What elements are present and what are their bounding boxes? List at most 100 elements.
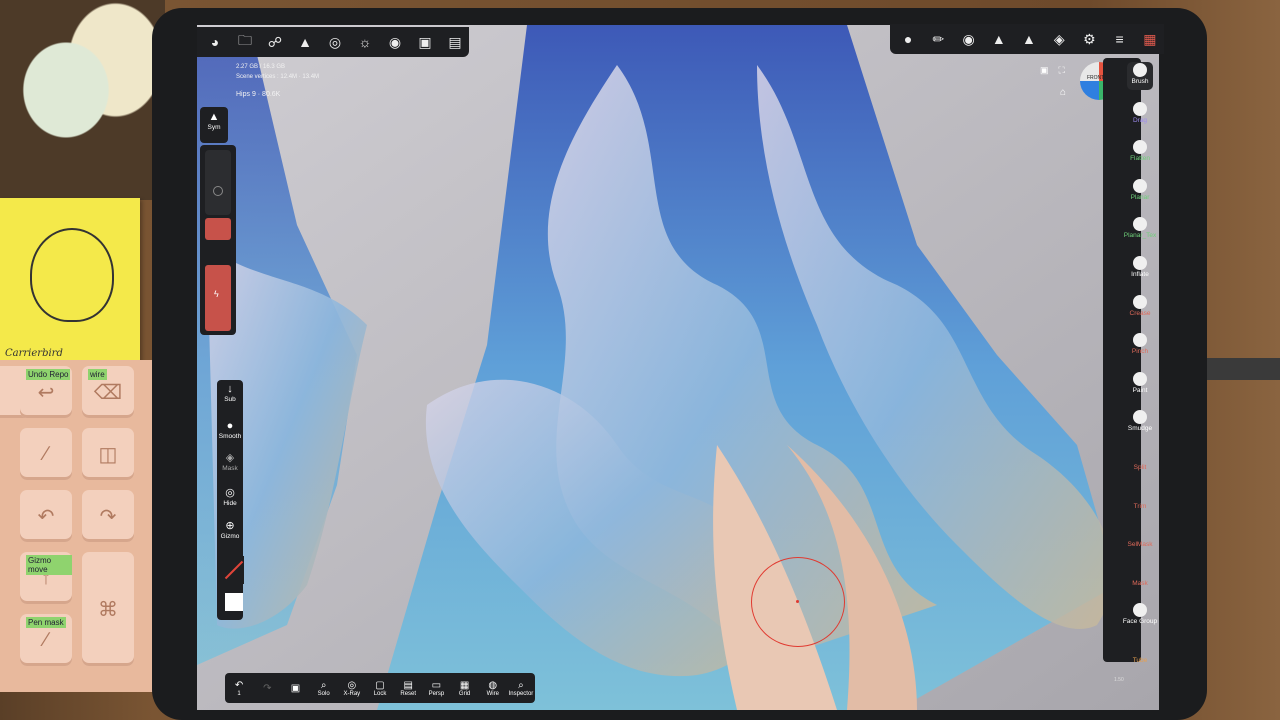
smooth-button[interactable]: ● Smooth [217, 420, 243, 440]
split-icon [1133, 449, 1147, 463]
primary-color-swatch[interactable] [225, 593, 243, 611]
key-undo-arrow[interactable]: ↶ [20, 490, 72, 542]
key-undo[interactable]: Undo Repo ↩ [20, 366, 72, 418]
key-gizmo[interactable]: Gizmo move ↑ [20, 552, 72, 604]
gizmo-button[interactable]: ⊕ Gizmo [217, 520, 243, 540]
lock-icon[interactable]: ▣ [1040, 65, 1049, 76]
drag-icon [1133, 101, 1147, 116]
tube-label: Tube [1132, 657, 1148, 664]
sphere-icon[interactable]: ● [894, 24, 922, 54]
intensity-slider[interactable]: ϟ [205, 265, 231, 331]
key-command[interactable]: ⌘ [82, 552, 134, 666]
tool-mask[interactable]: Mask [1120, 565, 1160, 587]
active-object[interactable]: Hips 9 · 80.6K [236, 90, 319, 100]
key-eraser[interactable]: ◫ [82, 428, 134, 480]
bird-doodle [30, 228, 114, 322]
tool-flatten[interactable]: Flatten [1120, 140, 1160, 162]
reset-button[interactable]: ▤ Reset [394, 680, 422, 697]
camera-icon[interactable]: ◉ [381, 27, 409, 57]
reset-label: Reset [400, 690, 417, 697]
sculpt-viewport[interactable] [197, 25, 1159, 710]
key-redo-arrow[interactable]: ↷ [82, 490, 134, 542]
share-icon[interactable]: ☍ [261, 27, 289, 57]
symmetry-button[interactable]: ▲ Sym [201, 111, 227, 131]
crease-label: Crease [1129, 309, 1151, 317]
palette-icon[interactable]: ◉ [954, 24, 982, 54]
tool-brush[interactable]: Brush [1120, 63, 1160, 85]
fullscreen-icon[interactable]: ⛶ [1059, 65, 1065, 76]
triangle-icon[interactable]: ▲ [985, 24, 1013, 54]
smooth-label: Smooth [218, 433, 242, 440]
tool-smudge[interactable]: Smudge [1120, 410, 1160, 432]
persp-button[interactable]: ▭ Persp [422, 680, 450, 697]
lock-button[interactable]: ▢ Lock [366, 680, 394, 697]
tool-inflate[interactable]: Inflate [1120, 256, 1160, 278]
folder-icon[interactable]: 🗀 [231, 27, 259, 57]
tool-pinch[interactable]: Pinch [1120, 333, 1160, 355]
split-label: Split [1133, 464, 1147, 471]
video-icon[interactable]: ▤ [441, 27, 469, 57]
grid-icon[interactable]: ▦ [1136, 24, 1164, 54]
tool-drag[interactable]: Drag [1120, 101, 1160, 124]
key-tag: Gizmo move [26, 555, 72, 575]
symmetry-panel[interactable]: ▲ Sym [200, 107, 228, 143]
menu-icon[interactable]: ◕ [201, 27, 229, 57]
mask-button[interactable]: ◈ Mask [217, 452, 243, 472]
planar-icon [1133, 178, 1147, 193]
sticky-note-caption: Carrierbird [5, 348, 63, 359]
flatten-label: Flatten [1130, 155, 1150, 163]
plush-toys [0, 0, 165, 200]
save-button[interactable]: ▣ [281, 683, 309, 694]
grid-button[interactable]: ▦ Grid [451, 680, 479, 697]
key-pen-mask[interactable]: Pen mask ∕ [20, 614, 72, 666]
persp-label: Persp [428, 690, 445, 697]
tool-crease[interactable]: Crease [1120, 294, 1160, 317]
wire-button[interactable]: ◍ Wire [479, 680, 507, 697]
tool-selmask[interactable]: SelMask [1120, 526, 1160, 548]
secondary-color-swatch[interactable] [222, 556, 244, 584]
version-label: 1.50 [1114, 677, 1124, 683]
xray-button[interactable]: ◎ X-Ray [338, 680, 366, 697]
hide-button[interactable]: ◎ Hide [217, 487, 243, 507]
tool-split[interactable]: Split [1120, 449, 1160, 471]
tool-trim[interactable]: Trim [1120, 488, 1160, 510]
tool-paint[interactable]: Paint [1120, 371, 1160, 394]
undo-button[interactable]: ↶ 1 [225, 680, 253, 697]
view-controls: ▣ ⛶ [1040, 65, 1065, 76]
brush-cursor [751, 557, 845, 647]
sun-icon[interactable]: ☼ [351, 27, 379, 57]
sliders-icon[interactable]: ≡ [1106, 24, 1134, 54]
key-wire[interactable]: wire ⌫ [82, 366, 134, 418]
brush-icon[interactable]: ✏ [924, 24, 952, 54]
tool-planar_tex[interactable]: Planar_Tex [1120, 217, 1160, 239]
sticky-note: Carrierbird [0, 198, 140, 363]
solo-button[interactable]: ⌕ Solo [310, 680, 338, 697]
inspector-label: Inspector [508, 690, 534, 697]
layers-icon[interactable]: ◈ [1045, 24, 1073, 54]
bottom-toolbar: ↶ 1 ↷ ▣ ⌕ Solo ◎ X-Ray ▢ Lock ▤ Reset ▭ Persp ▦ Grid ◍ Wi… [225, 673, 535, 703]
radius-icon [213, 186, 223, 196]
solo-icon: ⌕ [320, 679, 327, 691]
tool-tube[interactable]: Tube [1120, 642, 1160, 664]
flask-icon[interactable]: ▲ [1015, 24, 1043, 54]
redo-button[interactable]: ↷ [253, 683, 281, 694]
top-right-toolbar: ● ✏ ◉ ▲ ▲ ◈ ⚙ ≡ ▦ [890, 24, 1164, 54]
gear-icon[interactable]: ⚙ [1075, 24, 1103, 54]
tube-icon [1133, 642, 1147, 656]
memory-usage: 2.27 GB / 16.3 GB [236, 64, 286, 70]
inspector-button[interactable]: ⌕ Inspector [507, 680, 535, 697]
key-tag: Pen mask [26, 617, 66, 628]
key-brush[interactable]: ∕ [20, 428, 72, 480]
home-icon[interactable]: ⌂ [1060, 87, 1066, 98]
scene-icon[interactable]: ▲ [291, 27, 319, 57]
brush-icon [1133, 63, 1147, 77]
tool-face_group[interactable]: Face Group [1120, 603, 1160, 625]
sub-button[interactable]: ↓ Sub [217, 383, 243, 403]
image-icon[interactable]: ▣ [411, 27, 439, 57]
planar_tex-icon [1133, 217, 1147, 232]
radius-slider-track[interactable] [205, 150, 231, 215]
tool-planar[interactable]: Planar [1120, 178, 1160, 201]
trim-label: Trim [1133, 502, 1147, 510]
globe-icon[interactable]: ◎ [321, 27, 349, 57]
radius-slider-handle[interactable] [205, 218, 231, 240]
